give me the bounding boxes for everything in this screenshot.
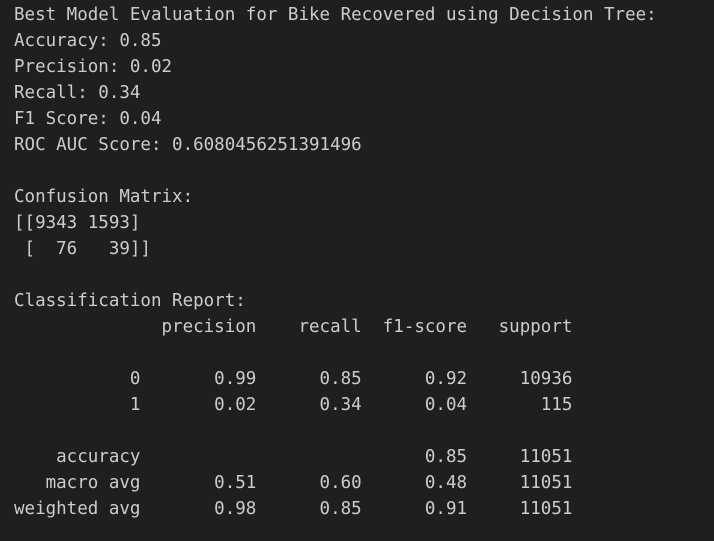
accuracy-line: Accuracy: 0.85	[14, 31, 162, 51]
confusion-matrix-row-0: [[9343 1593]	[14, 213, 141, 233]
precision-line: Precision: 0.02	[14, 57, 173, 77]
evaluation-header: Best Model Evaluation for Bike Recovered…	[14, 5, 657, 25]
report-row-class-1: 1 0.02 0.34 0.04 115	[14, 395, 573, 415]
terminal-output: Best Model Evaluation for Bike Recovered…	[0, 0, 714, 541]
roc-auc-line: ROC AUC Score: 0.6080456251391496	[14, 135, 362, 155]
report-row-class-0: 0 0.99 0.85 0.92 10936	[14, 369, 573, 389]
confusion-matrix-title: Confusion Matrix:	[14, 187, 194, 207]
report-row-macro-avg: macro avg 0.51 0.60 0.48 11051	[14, 473, 573, 493]
report-header-row: precision recall f1-score support	[14, 317, 573, 337]
confusion-matrix-row-1: [ 76 39]]	[14, 239, 151, 259]
f1-score-line: F1 Score: 0.04	[14, 109, 162, 129]
report-row-weighted-avg: weighted avg 0.98 0.85 0.91 11051	[14, 499, 573, 519]
recall-line: Recall: 0.34	[14, 83, 141, 103]
report-row-accuracy: accuracy 0.85 11051	[14, 447, 573, 467]
classification-report-title: Classification Report:	[14, 291, 246, 311]
